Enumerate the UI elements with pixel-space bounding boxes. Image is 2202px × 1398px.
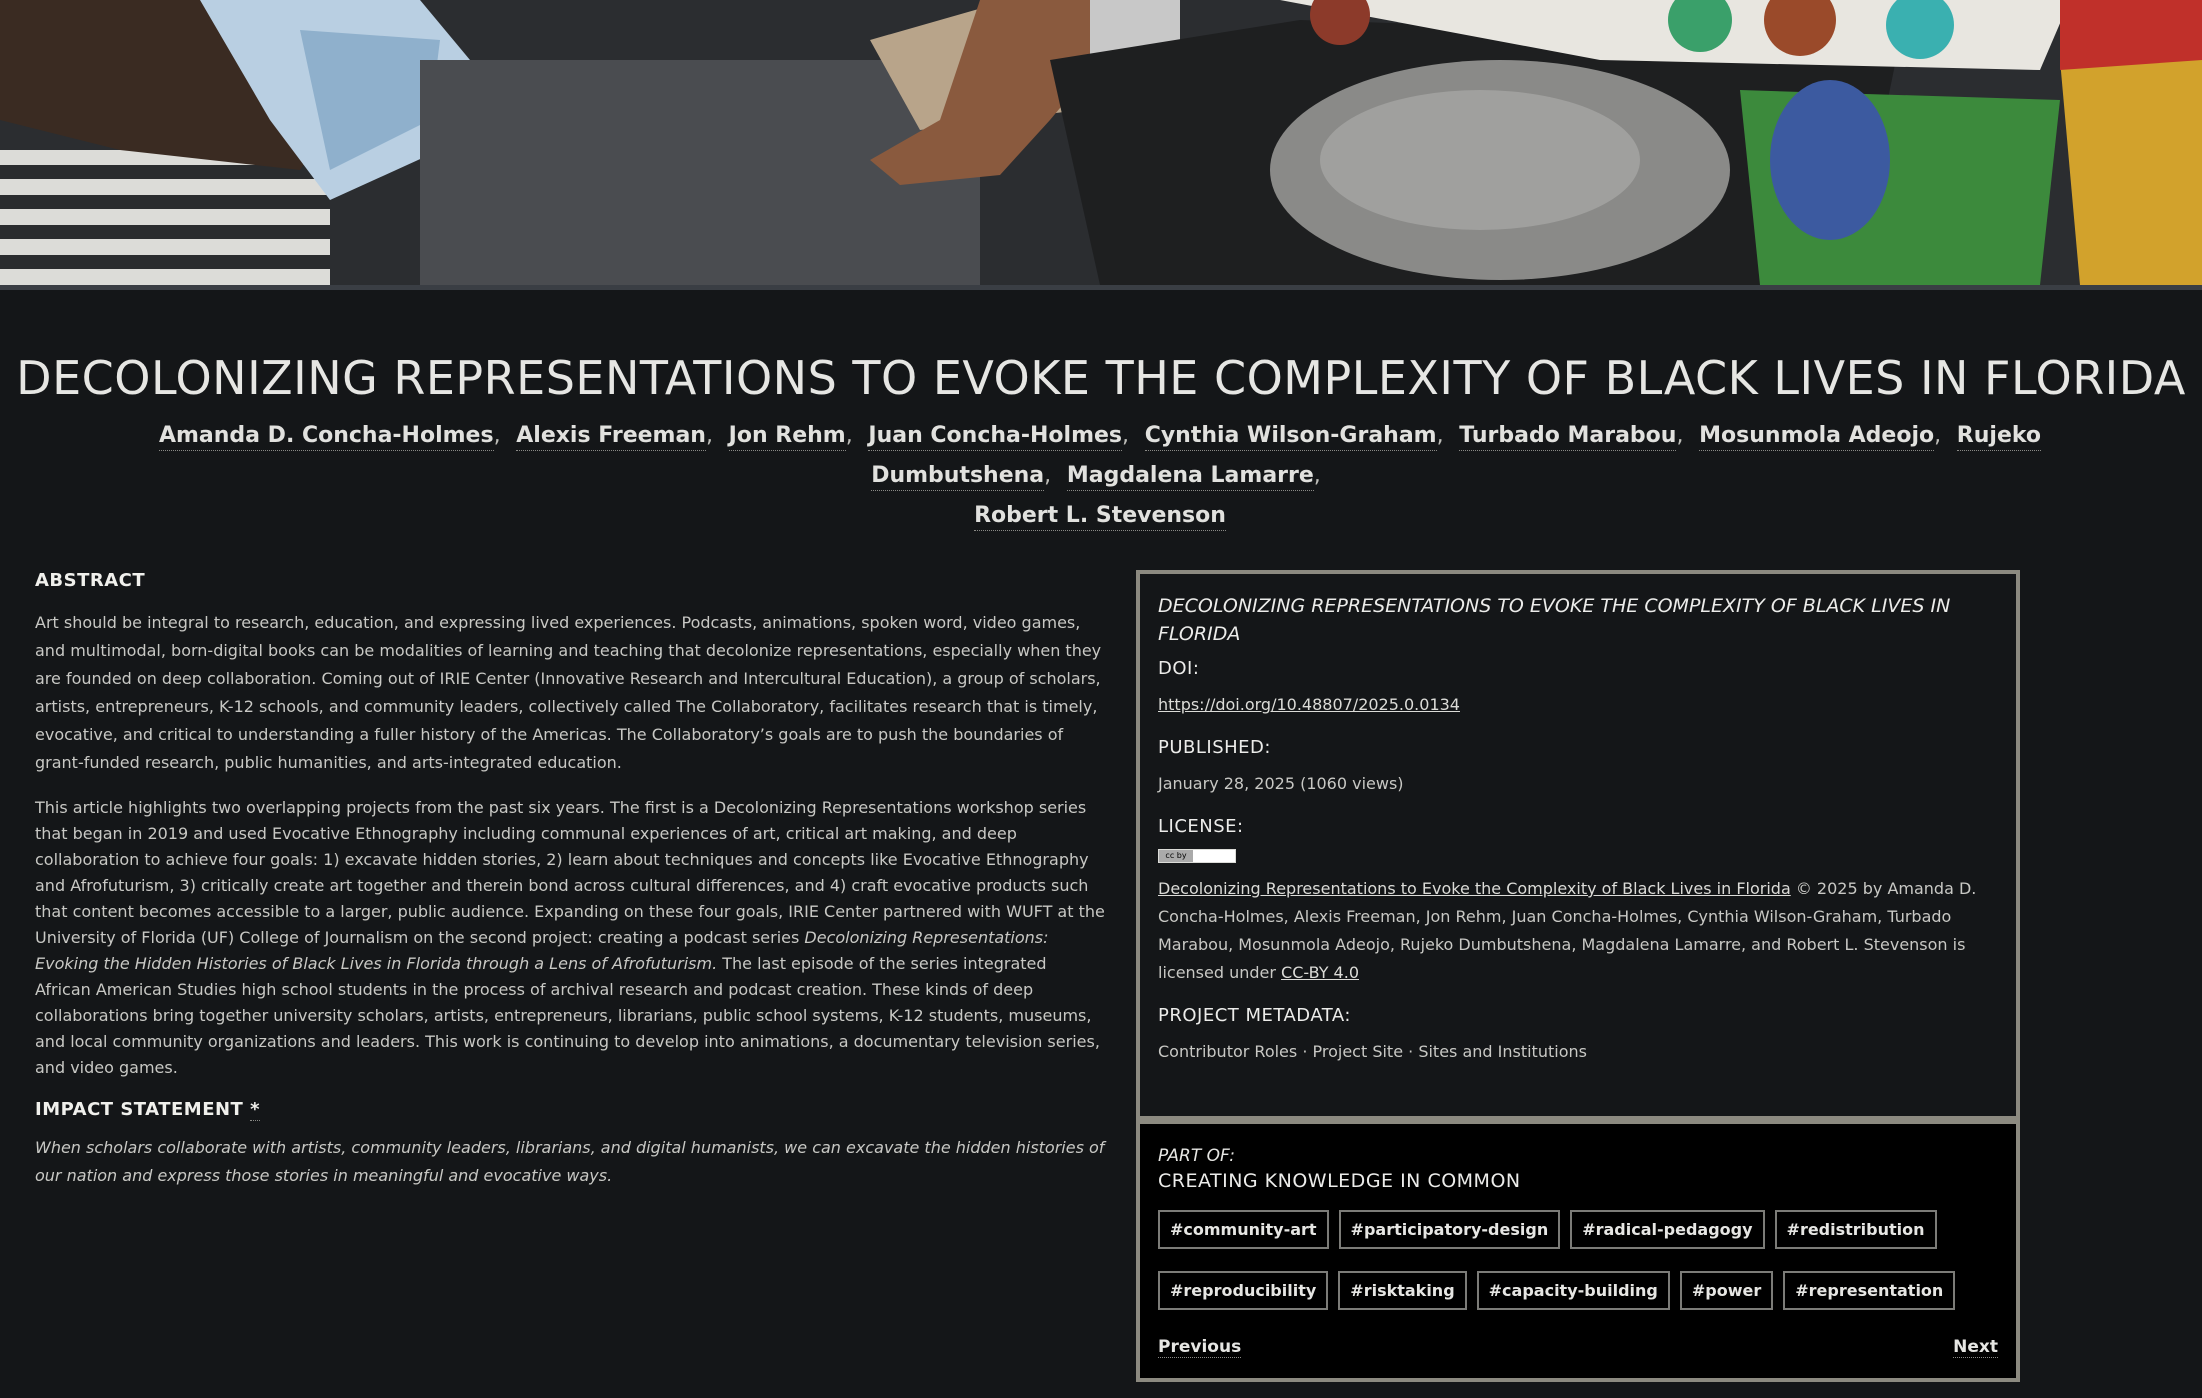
impact-heading-label: IMPACT STATEMENT [35, 1099, 244, 1120]
abstract-paragraph: Art should be integral to research, educ… [35, 613, 1102, 772]
author-separator: , [493, 423, 501, 448]
tag-risktaking[interactable]: #risktaking [1338, 1271, 1467, 1310]
collection-name[interactable]: CREATING KNOWLEDGE IN COMMON [1158, 1170, 1998, 1192]
sites-institutions-link[interactable]: Sites and Institutions [1418, 1042, 1587, 1061]
hero-image [0, 0, 2202, 285]
tag-list: #community-art #participatory-design #ra… [1158, 1210, 2006, 1310]
contributor-roles-link[interactable]: Contributor Roles [1158, 1042, 1297, 1061]
tag-radical-pedagogy[interactable]: #radical-pedagogy [1570, 1210, 1765, 1249]
tag-representation[interactable]: #representation [1783, 1271, 1956, 1310]
author-link[interactable]: Robert L. Stevenson [974, 503, 1226, 531]
author-link[interactable]: Jon Rehm [728, 423, 846, 451]
impact-statement-text: When scholars collaborate with artists, … [35, 1138, 1105, 1185]
author-link[interactable]: Juan Concha-Holmes [868, 423, 1123, 451]
author-separator: , [845, 423, 853, 448]
author-separator: , [1122, 423, 1130, 448]
project-metadata-links: Contributor Roles · Project Site · Sites… [1158, 1038, 1998, 1066]
abstract-section: ABSTRACT Art should be integral to resea… [35, 570, 1105, 1208]
part-of-label: PART OF: [1158, 1146, 1235, 1166]
author-separator: , [1313, 463, 1321, 488]
tag-community-art[interactable]: #community-art [1158, 1210, 1329, 1249]
abstract-paragraph: This article highlights two overlapping … [35, 795, 1105, 1081]
cc-badge-text: cc by [1159, 850, 1193, 862]
published-value: January 28, 2025 (1060 views) [1158, 774, 1404, 793]
author-link[interactable]: Turbado Marabou [1459, 423, 1677, 451]
author-separator: , [705, 423, 713, 448]
doi-label: DOI: [1158, 658, 1200, 679]
license-article-link[interactable]: Decolonizing Representations to Evoke th… [1158, 879, 1791, 898]
tag-participatory-design[interactable]: #participatory-design [1338, 1210, 1561, 1249]
author-link[interactable]: Alexis Freeman [516, 423, 706, 451]
previous-link[interactable]: Previous [1158, 1337, 1242, 1358]
published-label: PUBLISHED: [1158, 737, 1271, 758]
next-link[interactable]: Next [1953, 1337, 1998, 1358]
part-of-panel: PART OF: CREATING KNOWLEDGE IN COMMON #c… [1136, 1120, 2020, 1382]
author-link[interactable]: Cynthia Wilson-Graham [1144, 423, 1437, 451]
card-title: DECOLONIZING REPRESENTATIONS TO EVOKE TH… [1158, 595, 1951, 645]
metadata-separator: · [1297, 1042, 1313, 1061]
author-separator: , [1676, 423, 1684, 448]
pagination: Previous Next [1158, 1337, 1998, 1358]
doi-link[interactable]: https://doi.org/10.48807/2025.0.0134 [1158, 695, 1460, 714]
author-separator: , [1044, 463, 1052, 488]
author-separator: , [1934, 423, 1942, 448]
abstract-text: This article highlights two overlapping … [35, 798, 1105, 947]
project-metadata-label: PROJECT METADATA: [1158, 1005, 1351, 1026]
cc-by-badge-icon[interactable]: cc by [1158, 849, 1236, 863]
tag-redistribution[interactable]: #redistribution [1774, 1210, 1937, 1249]
project-site-link[interactable]: Project Site [1313, 1042, 1404, 1061]
tag-capacity-building[interactable]: #capacity-building [1476, 1271, 1670, 1310]
license-text: Decolonizing Representations to Evoke th… [1158, 875, 1998, 987]
hero-photo-illustration [0, 0, 2202, 285]
author-list: Amanda D. Concha-Holmes, Alexis Freeman,… [100, 416, 2100, 536]
hero-divider [0, 285, 2202, 290]
tag-power[interactable]: #power [1679, 1271, 1774, 1310]
tag-reproducibility[interactable]: #reproducibility [1158, 1271, 1329, 1310]
impact-footnote-marker[interactable]: * [250, 1099, 261, 1121]
impact-statement-heading: IMPACT STATEMENT * [35, 1099, 1105, 1121]
license-label: LICENSE: [1158, 816, 1244, 837]
page-title: DECOLONIZING REPRESENTATIONS TO EVOKE TH… [16, 351, 2186, 405]
metadata-separator: · [1403, 1042, 1419, 1061]
author-link[interactable]: Mosunmola Adeojo [1699, 423, 1935, 451]
abstract-heading: ABSTRACT [35, 570, 146, 591]
author-separator: , [1436, 423, 1444, 448]
article-info-card: DECOLONIZING REPRESENTATIONS TO EVOKE TH… [1136, 570, 2020, 1120]
cc-by-license-link[interactable]: CC-BY 4.0 [1281, 963, 1359, 982]
author-link[interactable]: Amanda D. Concha-Holmes [158, 423, 494, 451]
author-link[interactable]: Magdalena Lamarre [1066, 463, 1314, 491]
